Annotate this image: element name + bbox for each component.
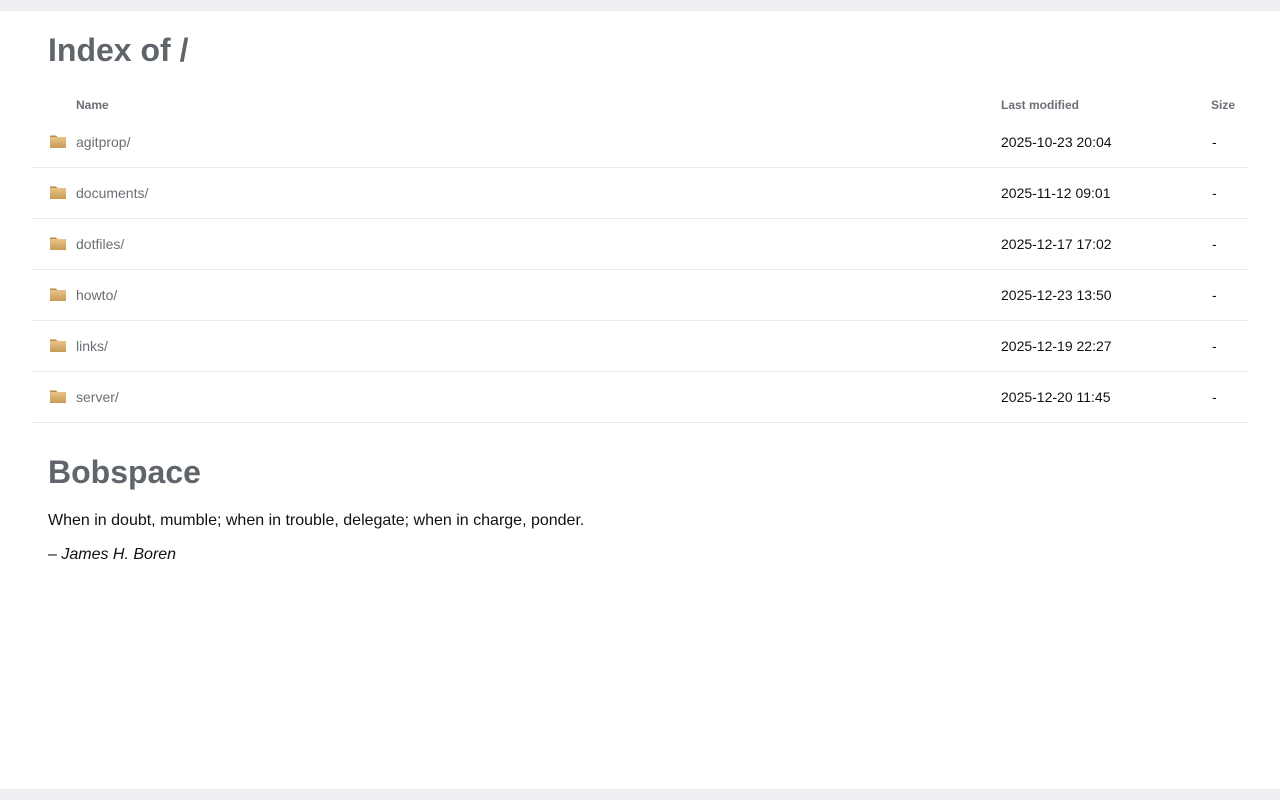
folder-icon [50,135,66,148]
entry-size: - [1212,287,1217,303]
table-row: server/ 2025-12-20 11:45 - [32,372,1248,423]
folder-icon [50,186,66,199]
table-row: links/ 2025-12-19 22:27 - [32,321,1248,372]
column-header-size[interactable]: Size [1211,98,1235,112]
table-row: documents/ 2025-11-12 09:01 - [32,168,1248,219]
folder-icon [50,339,66,352]
quote-text: When in doubt, mumble; when in trouble, … [48,512,585,529]
listing-page: Index of / Name Last modified Size agitp… [0,11,1280,789]
folder-icon [50,390,66,403]
entry-size: - [1212,236,1217,252]
entry-link[interactable]: dotfiles/ [76,234,124,254]
table-row: dotfiles/ 2025-12-17 17:02 - [32,219,1248,270]
table-row: howto/ 2025-12-23 13:50 - [32,270,1248,321]
page-title: Index of / [48,32,189,68]
folder-icon [50,237,66,250]
readme-section: Bobspace When in doubt, mumble; when in … [48,452,1228,566]
quote-author: James H. Boren [61,546,177,563]
entry-modified: 2025-11-12 09:01 [1001,185,1111,201]
entry-link[interactable]: server/ [76,387,119,407]
entry-link[interactable]: howto/ [76,285,117,305]
entry-modified: 2025-12-17 17:02 [1001,236,1112,252]
column-header-modified[interactable]: Last modified [1001,98,1079,112]
entry-size: - [1212,185,1217,201]
entry-modified: 2025-12-20 11:45 [1001,389,1111,405]
entry-size: - [1212,134,1217,150]
entry-modified: 2025-12-23 13:50 [1001,287,1112,303]
entry-link[interactable]: documents/ [76,183,148,203]
readme-heading: Bobspace [48,454,201,490]
entry-modified: 2025-10-23 20:04 [1001,134,1112,150]
table-row: agitprop/ 2025-10-23 20:04 - [32,117,1248,168]
entry-size: - [1212,338,1217,354]
entry-modified: 2025-12-19 22:27 [1001,338,1112,354]
folder-icon [50,288,66,301]
attribution-dash: – [48,546,57,563]
column-header-name[interactable]: Name [76,98,109,112]
file-listing: Name Last modified Size agitprop/ 2025-1… [32,91,1248,423]
entry-link[interactable]: links/ [76,336,108,356]
entry-link[interactable]: agitprop/ [76,132,130,152]
listing-header: Name Last modified Size [32,91,1248,117]
entry-size: - [1212,389,1217,405]
quote-attribution: – James H. Boren [48,544,1228,566]
